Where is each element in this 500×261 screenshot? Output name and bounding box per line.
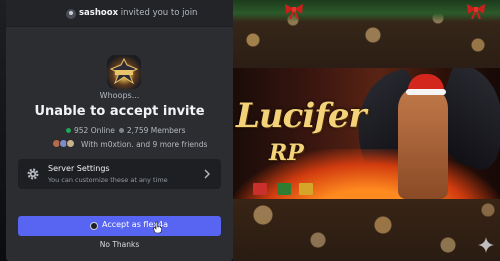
invite-text: invited you to join: [118, 8, 198, 18]
online-dot-icon: [66, 128, 71, 133]
server-emblem-icon: [109, 57, 139, 85]
santa-hat-icon: [406, 74, 446, 95]
no-thanks-button[interactable]: No Thanks: [6, 240, 233, 249]
server-banner: Lucifer RP: [233, 0, 500, 261]
invite-message: sashoox invited you to join: [79, 8, 197, 18]
gift-icon: [299, 183, 313, 195]
whoops-text: Whoops...: [99, 91, 140, 100]
error-title: Unable to accept invite: [34, 104, 205, 119]
member-count: 2,759 Members: [126, 126, 186, 135]
sparkle-icon: [478, 237, 494, 253]
settings-title: Server Settings: [48, 164, 110, 173]
account-avatar-icon: [90, 222, 98, 230]
server-settings-card[interactable]: Server Settings You can customize these …: [18, 159, 221, 189]
server-icon: [107, 55, 141, 89]
online-count: 952 Online: [74, 126, 115, 135]
invite-screen: sashoox invited you to join Whoops... Un…: [0, 0, 500, 261]
members-dot-icon: [118, 128, 124, 133]
character-figure: [398, 86, 448, 199]
garland-decoration: [233, 0, 500, 22]
inviter-avatar: [66, 9, 76, 19]
hand-cursor-icon: [153, 221, 162, 234]
invite-header: sashoox invited you to join: [6, 0, 233, 27]
banner-title: Lucifer: [236, 96, 366, 136]
lucifer-rp-artwork: Lucifer RP: [233, 68, 500, 199]
gear-icon: [27, 168, 39, 180]
inviter-name: sashoox: [79, 8, 119, 18]
accept-invite-button[interactable]: Accept as flex4a: [18, 216, 221, 236]
red-bow-icon: [285, 4, 303, 20]
banner-subtitle: RP: [269, 140, 304, 166]
invite-modal: sashoox invited you to join Whoops... Un…: [6, 0, 233, 261]
chevron-right-icon: [204, 169, 210, 179]
settings-subtitle: You can customize these at any time: [48, 176, 168, 184]
gift-icon: [277, 183, 291, 195]
friend-avatars: [52, 139, 78, 148]
server-stats: 952 Online 2,759 Members: [66, 126, 186, 135]
mutual-friends: With m0xtion. and 9 more friends: [52, 139, 207, 149]
friend-avatar: [66, 139, 75, 148]
friends-text: With m0xtion. and 9 more friends: [81, 140, 208, 149]
red-bow-icon: [467, 4, 485, 20]
gift-icon: [253, 183, 267, 195]
